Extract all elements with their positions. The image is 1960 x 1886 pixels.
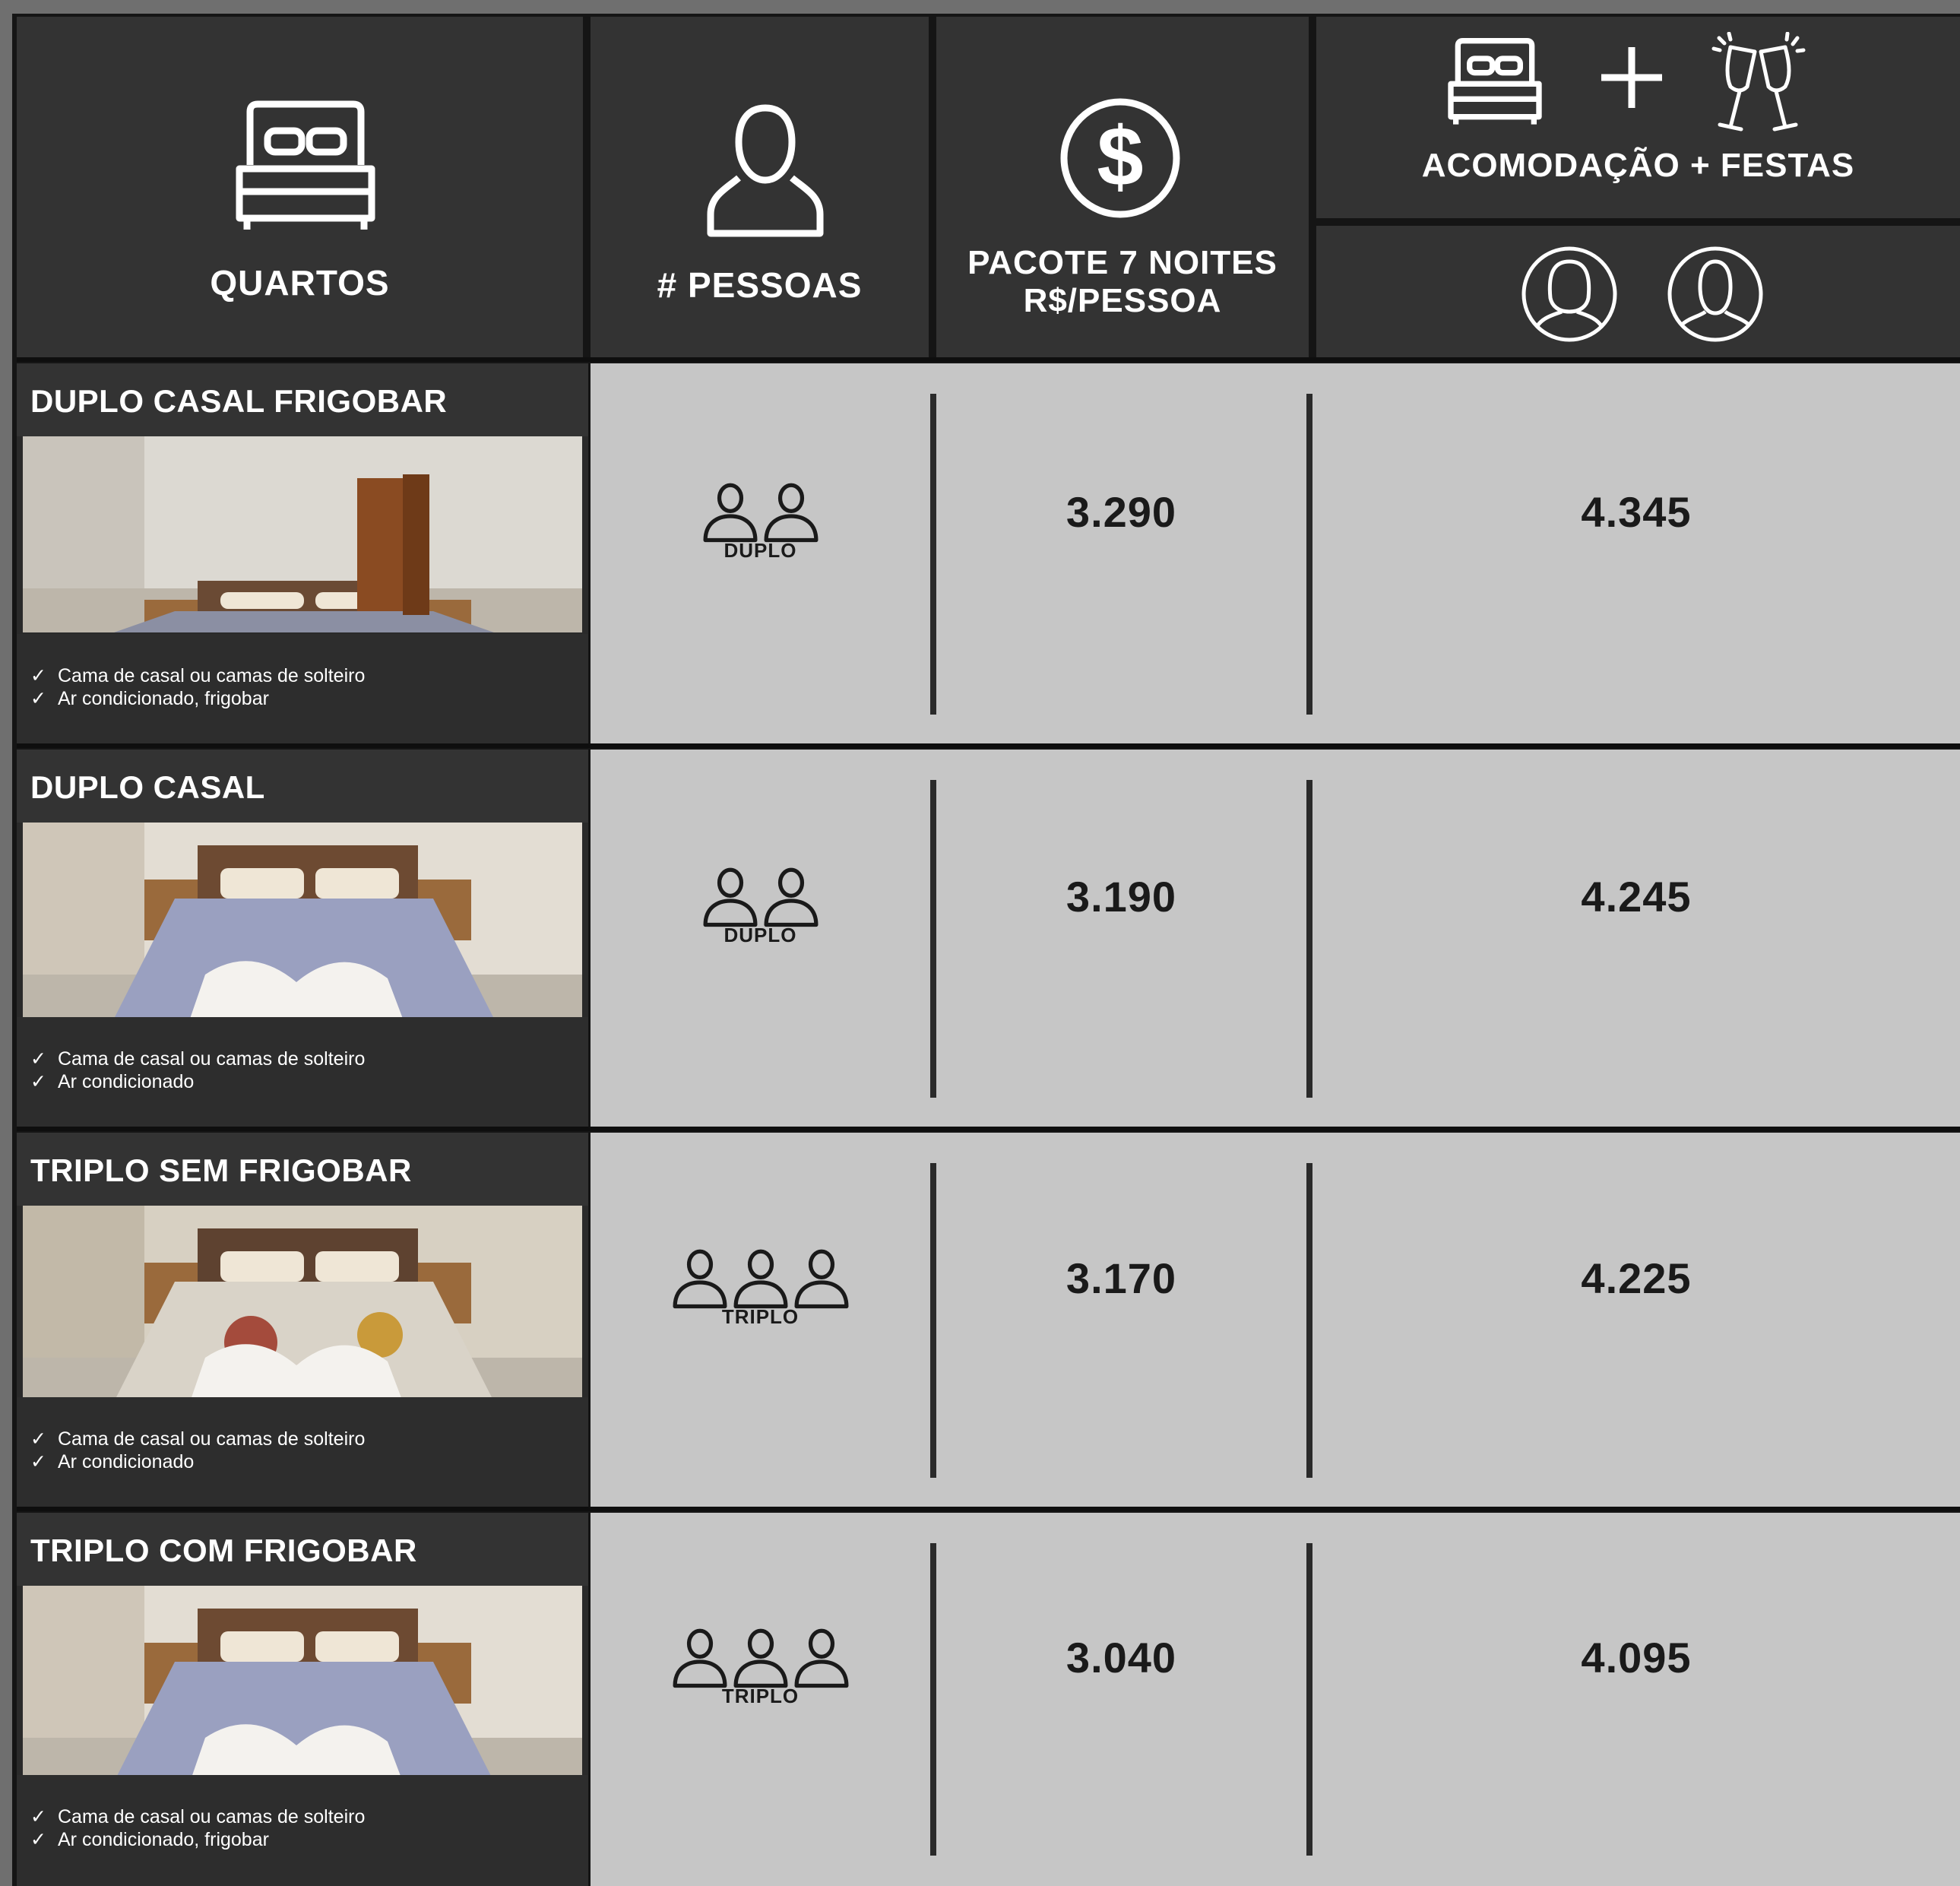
column-divider [1306,780,1312,1098]
people-type-label: TRIPLO [721,1305,800,1328]
package-price: 3.040 [1065,1633,1177,1682]
svg-text:$: $ [1097,110,1143,204]
column-divider [1306,1163,1312,1478]
room-photo [23,436,582,632]
check-icon: ✓ [30,1806,46,1827]
person-outline-icon [791,1244,852,1314]
check-icon: ✓ [30,1451,46,1472]
column-divider [1306,394,1312,715]
column-divider [930,394,936,715]
people-type-label: TRIPLO [721,1684,800,1707]
feature-item: ✓ Ar condicionado, frigobar [30,688,269,709]
person-icon [707,104,824,237]
dollar-icon: $ [1060,98,1180,218]
people-type-label: DUPLO [724,539,797,562]
room-pricing-row: DUPLO 3.190 4.245 [591,750,1960,1128]
combo-price: 4.095 [1581,1633,1692,1682]
room-pricing-row: TRIPLO 3.040 4.095 [591,1513,1960,1886]
room-card: DUPLO CASAL FRIGOBAR ✓ Cama de casal ou … [17,363,588,745]
person-outline-icon [761,478,822,548]
room-card: TRIPLO COM FRIGOBAR ✓ Cama de casal ou c… [17,1513,588,1886]
check-icon: ✓ [30,665,46,686]
header-combo-genders [1316,226,1960,359]
header-combo: ACOMODAÇÃO + FESTAS [1316,17,1960,218]
person-outline-icon [730,1244,791,1314]
feature-item: ✓ Cama de casal ou camas de solteiro [30,1428,366,1450]
header-rooms: QUARTOS [17,17,583,359]
room-pricing-row: TRIPLO 3.170 4.225 [591,1133,1960,1508]
people-header-label: # PESSOAS [657,265,863,305]
champagne-icon [1711,32,1806,132]
room-features: ✓ Cama de casal ou camas de solteiro ✓ Ar … [17,1397,588,1508]
column-divider [930,1163,936,1478]
room-title: TRIPLO COM FRIGOBAR [30,1533,417,1568]
room-features: ✓ Cama de casal ou camas de solteiro ✓ Ar … [17,634,588,745]
bed-icon [236,100,375,230]
header-people: # PESSOAS [591,17,929,359]
feature-item: ✓ Cama de casal ou camas de solteiro [30,1048,366,1070]
room-card: DUPLO CASAL ✓ Cama de casal ou camas de … [17,750,588,1128]
check-icon: ✓ [30,688,46,709]
package-header-line1: PACOTE 7 NOITES [967,244,1278,281]
person-outline-icon [670,1244,730,1314]
room-title: TRIPLO SEM FRIGOBAR [30,1152,412,1188]
row-separator [17,743,1960,748]
feature-item: ✓ Cama de casal ou camas de solteiro [30,665,366,686]
combo-price: 4.245 [1581,873,1692,921]
row-separator [17,357,1960,362]
check-icon: ✓ [30,1829,46,1850]
bed-icon [1448,38,1542,125]
package-price: 3.190 [1065,873,1177,921]
female-avatar-icon [1521,246,1617,342]
room-card: TRIPLO SEM FRIGOBAR ✓ Cama de casal ou c… [17,1133,588,1508]
people-type-label: DUPLO [724,924,797,946]
person-outline-icon [730,1624,791,1694]
feature-item: ✓ Ar condicionado [30,1071,195,1092]
column-divider [930,1543,936,1856]
header-package: $ PACOTE 7 NOITES R$/PESSOA [936,17,1309,359]
room-title: DUPLO CASAL [30,769,265,805]
feature-item: ✓ Ar condicionado [30,1451,195,1472]
room-pricing-row: DUPLO 3.290 4.345 [591,363,1960,745]
room-features: ✓ Cama de casal ou camas de solteiro ✓ Ar … [17,1775,588,1886]
room-photo [23,1206,582,1402]
person-outline-icon [700,478,761,548]
check-icon: ✓ [30,1048,46,1070]
rooms-header-label: QUARTOS [210,263,390,303]
package-price: 3.170 [1065,1254,1177,1302]
package-price: 3.290 [1065,488,1177,536]
person-outline-icon [700,863,761,933]
package-header-line2: R$/PESSOA [1023,282,1222,319]
feature-item: ✓ Cama de casal ou camas de solteiro [30,1806,366,1827]
plus-icon [1601,47,1662,108]
person-outline-icon [670,1624,730,1694]
room-title: DUPLO CASAL FRIGOBAR [30,383,448,419]
combo-price: 4.345 [1581,488,1692,536]
column-divider [930,780,936,1098]
combo-price: 4.225 [1581,1254,1692,1302]
person-outline-icon [791,1624,852,1694]
feature-item: ✓ Ar condicionado, frigobar [30,1829,269,1850]
row-separator [17,1127,1960,1131]
male-avatar-icon [1667,246,1763,342]
column-divider [1306,1543,1312,1856]
row-separator [17,1507,1960,1511]
room-features: ✓ Cama de casal ou camas de solteiro ✓ Ar … [17,1017,588,1128]
person-outline-icon [761,863,822,933]
check-icon: ✓ [30,1071,46,1092]
room-photo [23,1586,582,1782]
combo-header-label: ACOMODAÇÃO + FESTAS [1421,147,1855,184]
check-icon: ✓ [30,1428,46,1450]
room-photo [23,823,582,1019]
